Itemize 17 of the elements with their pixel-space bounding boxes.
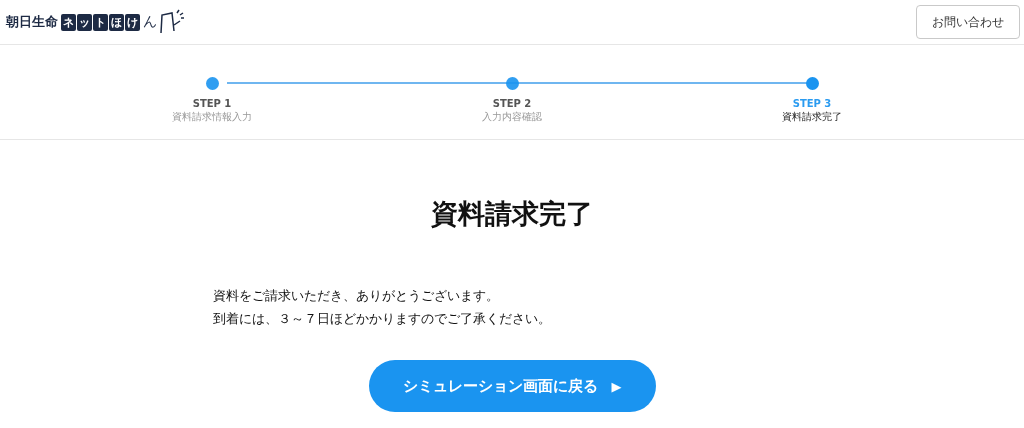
logo-letter: ネ (61, 13, 76, 31)
contact-button[interactable]: お問い合わせ (916, 5, 1020, 39)
message-text: 到着には、３～７日ほどかかりますのでご了承ください。 (213, 310, 551, 328)
logo-letter: ト (93, 13, 108, 31)
step-label: STEP 1 (192, 98, 232, 109)
step-caption: 資料請求完了 (782, 110, 842, 124)
logo-text: 朝日生命 (6, 13, 58, 31)
logo-letter: ん (143, 13, 157, 31)
page-title: 資料請求完了 (431, 197, 593, 231)
logo-letter: ッ (77, 13, 92, 31)
logo-letter: け (125, 13, 140, 31)
step-caption: 資料請求情報入力 (172, 110, 252, 124)
step-label: STEP 3 (792, 98, 832, 109)
step-label: STEP 2 (492, 98, 532, 109)
logo-letter: ほ (109, 13, 124, 31)
step-caption: 入力内容確認 (482, 110, 542, 124)
message-text: 資料をご請求いただき、ありがとうございます。 (213, 287, 500, 305)
